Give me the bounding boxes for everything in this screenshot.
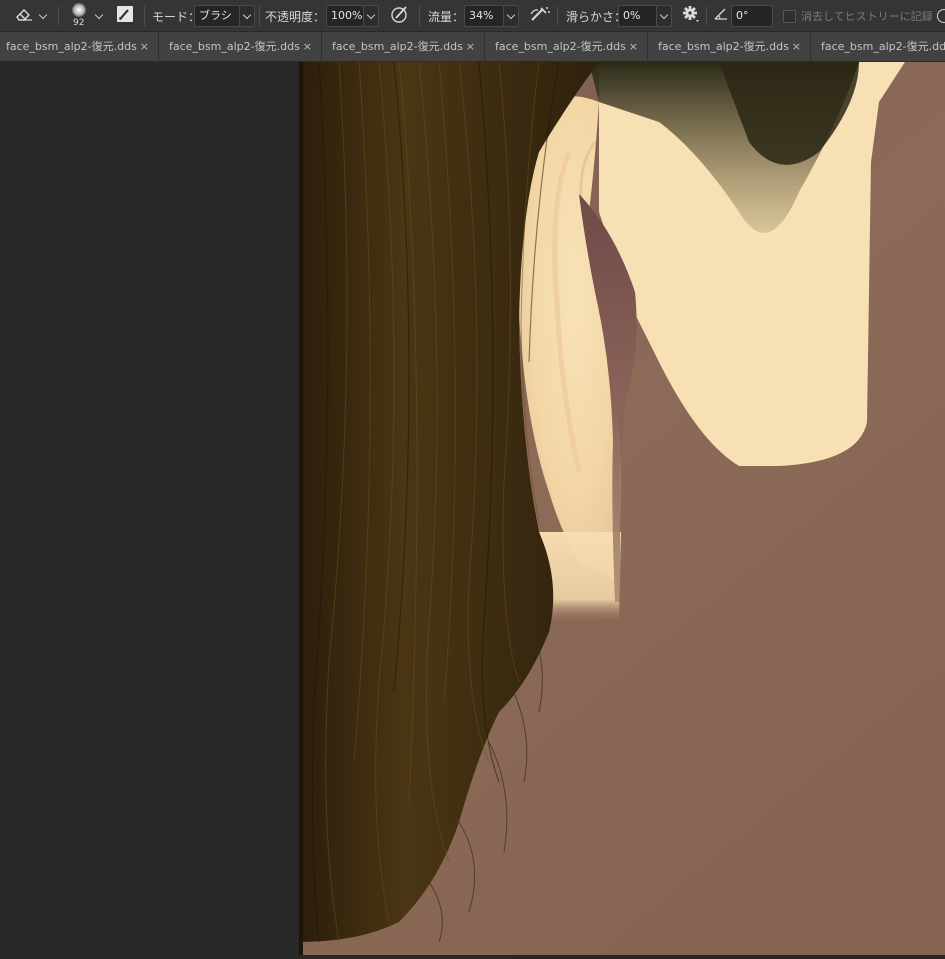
tab-label: face_bsm_alp2-復元.dds — [495, 40, 626, 53]
flow-value: 34% — [469, 9, 494, 22]
angle-value: 0° — [736, 9, 749, 22]
separator — [557, 6, 558, 26]
chevron-down-icon — [94, 10, 104, 19]
close-icon[interactable]: × — [792, 32, 801, 61]
angle-field[interactable]: 0° — [731, 5, 773, 27]
smoothing-dropdown-button[interactable] — [657, 5, 672, 27]
tab-label: face_bsm_alp2-復元.dds — [821, 40, 945, 53]
opacity-dropdown-button[interactable] — [364, 5, 379, 27]
smoothing-field[interactable]: 0% — [618, 5, 657, 27]
flow-dropdown-button[interactable] — [504, 5, 519, 27]
document-workspace[interactable] — [0, 61, 945, 955]
soft-round-brush-icon — [72, 3, 86, 17]
separator — [419, 6, 420, 26]
separator — [259, 6, 260, 26]
close-icon[interactable]: × — [140, 32, 149, 61]
tab-label: face_bsm_alp2-復元.dds — [332, 40, 463, 53]
erase-to-history-label: 消去してヒストリーに記録 — [801, 10, 933, 23]
pressure-size-icon — [937, 9, 945, 23]
mode-value: ブラシ — [199, 9, 232, 22]
airbrush-icon — [529, 4, 551, 28]
airbrush-button[interactable] — [529, 0, 551, 31]
tab-label: face_bsm_alp2-復元.dds — [6, 40, 137, 53]
smoothing-label: 滑らかさ： — [566, 9, 627, 24]
mode-dropdown-button[interactable] — [240, 5, 255, 27]
erase-to-history-checkbox[interactable]: 消去してヒストリーに記録 — [783, 0, 933, 31]
mode-label: モード： — [152, 9, 201, 24]
opacity-field[interactable]: 100% — [326, 5, 364, 27]
canvas-artwork — [299, 61, 945, 955]
chevron-down-icon — [506, 10, 516, 20]
close-icon[interactable]: × — [466, 32, 475, 61]
document-tab[interactable]: face_bsm_alp2-復元.dds × — [0, 32, 159, 61]
tool-preset-picker[interactable] — [14, 0, 48, 31]
brush-settings-icon — [116, 5, 134, 27]
pressure-opacity-icon — [390, 4, 410, 28]
document-tab[interactable]: face_bsm_alp2-復元.dds × — [485, 32, 648, 61]
opacity-label: 不透明度： — [265, 9, 326, 24]
document-tab[interactable]: face_bsm_alp2-復元.dds × — [322, 32, 485, 61]
flow-field[interactable]: 34% — [464, 5, 504, 27]
checkbox-icon — [783, 9, 796, 23]
close-icon[interactable]: × — [629, 32, 638, 61]
chevron-down-icon — [659, 10, 669, 20]
chevron-down-icon — [366, 10, 376, 20]
document-tab[interactable]: face_bsm_alp2-復元.dds × — [648, 32, 811, 61]
separator — [706, 6, 707, 26]
tool-options-bar: 92 モード： ブラシ 不透明度： 100% 流量： 34% 滑らかさ： 0% … — [0, 0, 945, 32]
tab-label: face_bsm_alp2-復元.dds — [169, 40, 300, 53]
close-icon[interactable]: × — [303, 32, 312, 61]
separator — [58, 6, 59, 26]
angle-icon — [713, 6, 729, 26]
opacity-value: 100% — [331, 9, 363, 22]
pressure-size-button[interactable] — [937, 0, 945, 31]
tab-label: face_bsm_alp2-復元.dds — [658, 40, 789, 53]
document-tab-bar: face_bsm_alp2-復元.dds × face_bsm_alp2-復元.… — [0, 32, 945, 62]
eraser-icon — [14, 6, 34, 26]
texture-hair-ear-neck-image[interactable] — [299, 61, 945, 955]
separator — [144, 6, 145, 26]
flow-label: 流量： — [428, 9, 465, 24]
opacity-pressure-button[interactable] — [390, 0, 410, 31]
chevron-down-icon — [242, 10, 252, 20]
brush-size-value: 92 — [73, 18, 85, 28]
brush-settings-button[interactable] — [116, 0, 134, 31]
gear-icon — [682, 4, 700, 28]
document-tab[interactable]: face_bsm_alp2-復元.dds — [811, 32, 945, 61]
document-tab[interactable]: face_bsm_alp2-復元.dds × — [159, 32, 322, 61]
smoothing-settings-button[interactable] — [682, 0, 700, 31]
mode-select[interactable]: ブラシ — [194, 5, 240, 27]
brush-preset-picker[interactable]: 92 — [66, 0, 104, 31]
smoothing-value: 0% — [623, 9, 641, 22]
chevron-down-icon — [38, 10, 48, 19]
